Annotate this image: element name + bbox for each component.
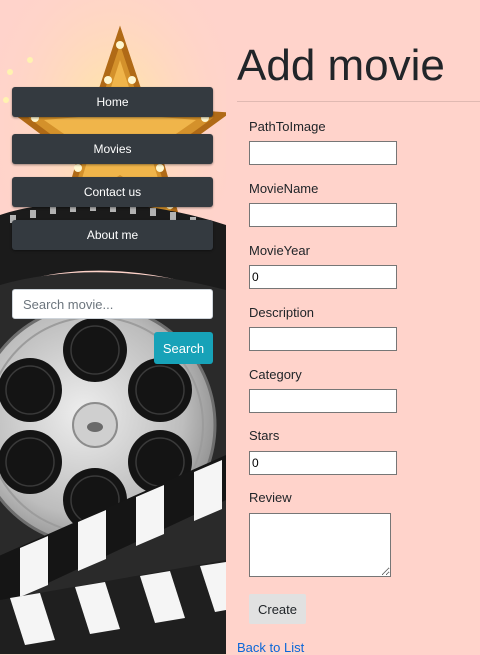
path-to-image-label: PathToImage bbox=[249, 119, 326, 134]
path-to-image-input[interactable] bbox=[249, 141, 397, 165]
review-label: Review bbox=[249, 490, 292, 505]
page-title: Add movie bbox=[237, 41, 445, 90]
movie-year-label: MovieYear bbox=[249, 243, 310, 258]
nav-about-me-button[interactable]: About me bbox=[12, 220, 213, 250]
movie-year-input[interactable] bbox=[249, 265, 397, 289]
nav-home-button[interactable]: Home bbox=[12, 87, 213, 117]
movie-name-input[interactable] bbox=[249, 203, 397, 227]
title-divider bbox=[237, 101, 480, 102]
review-textarea[interactable] bbox=[249, 513, 391, 577]
description-label: Description bbox=[249, 305, 315, 320]
description-input[interactable] bbox=[249, 327, 397, 351]
create-button[interactable]: Create bbox=[249, 594, 306, 624]
back-to-list-link[interactable]: Back to List bbox=[237, 640, 304, 655]
category-label: Category bbox=[249, 367, 302, 382]
category-input[interactable] bbox=[249, 389, 397, 413]
movie-name-label: MovieName bbox=[249, 181, 319, 196]
search-input[interactable] bbox=[12, 289, 213, 319]
stars-label: Stars bbox=[249, 428, 280, 443]
nav-movies-button[interactable]: Movies bbox=[12, 134, 213, 164]
stars-input[interactable] bbox=[249, 451, 397, 475]
search-button[interactable]: Search bbox=[154, 332, 213, 364]
nav-contact-us-button[interactable]: Contact us bbox=[12, 177, 213, 207]
